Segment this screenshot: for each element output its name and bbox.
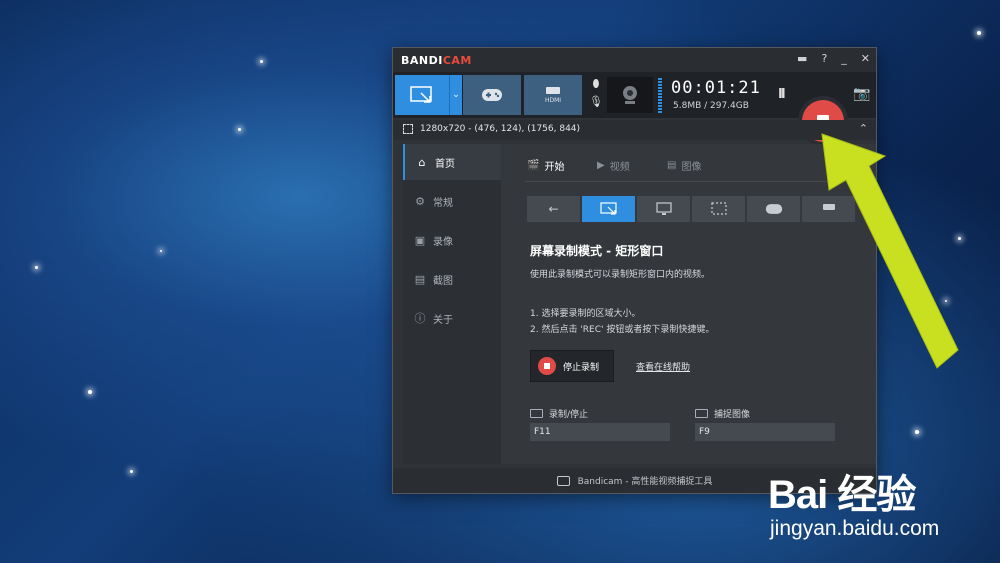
stop-icon <box>538 357 556 375</box>
star <box>958 237 961 240</box>
star <box>160 250 162 252</box>
sidebar-item-image[interactable]: ▤ 截图 <box>403 261 501 297</box>
hotkey-record-field[interactable]: F11 <box>530 423 670 441</box>
pause-button[interactable]: II <box>778 87 786 102</box>
back-arrow-button[interactable]: ← <box>527 196 580 222</box>
hdmi-icon <box>822 204 835 210</box>
video-icon: ▣ <box>414 233 426 247</box>
recording-timer: 00:01:21 <box>671 78 761 98</box>
game-mode-button[interactable] <box>463 75 521 115</box>
selection-icon <box>403 124 413 134</box>
hotkey-capture-field[interactable]: F9 <box>695 423 835 441</box>
sidebar-item-about[interactable]: ⓘ 关于 <box>403 300 501 336</box>
capture-area-bar[interactable]: 1280x720 - (476, 124), (1756, 844) ⌃ <box>393 120 876 140</box>
keyboard-icon <box>530 409 543 418</box>
watermark: Bai 经验 jingyan.baidu.com <box>768 462 998 542</box>
sidebar-item-home[interactable]: ⌂ 首页 <box>403 144 503 180</box>
divider <box>525 181 853 182</box>
mode-tabs: ← <box>527 196 855 222</box>
sidebar-item-video[interactable]: ▣ 录像 <box>403 222 501 258</box>
star <box>945 300 947 302</box>
game-mode-tab[interactable] <box>747 196 800 222</box>
chat-icon <box>556 475 570 486</box>
title-bar[interactable]: BANDICAM ▬ ? _ ✕ <box>393 48 876 72</box>
image-icon: ▤ <box>414 272 426 286</box>
video-icon: ▶ <box>597 160 605 171</box>
camera-icon[interactable]: 📷 <box>853 86 870 102</box>
rectangle-mode-button[interactable] <box>395 75 449 115</box>
tab-image[interactable]: ▤ 图像 <box>667 158 701 173</box>
around-mouse-mode-tab[interactable] <box>692 196 745 222</box>
star <box>260 60 263 63</box>
rectangle-select-icon <box>410 86 432 103</box>
star <box>88 390 92 394</box>
webcam-button[interactable] <box>607 77 653 113</box>
star <box>238 128 241 131</box>
keyboard-icon <box>695 409 708 418</box>
online-help-link[interactable]: 查看在线帮助 <box>636 360 690 373</box>
info-icon: ⓘ <box>414 312 426 325</box>
file-size: 5.8MB / 297.4GB <box>673 101 749 111</box>
app-logo: BANDICAM <box>401 54 472 67</box>
gamepad-icon <box>765 204 782 214</box>
star <box>130 470 133 473</box>
svg-text:HDMI: HDMI <box>545 97 561 104</box>
mode-description: 使用此录制模式可以录制矩形窗口内的视频。 <box>530 270 711 280</box>
watermark-brand: Bai 经验 <box>768 473 916 517</box>
main-content: 🎬 开始 ▶ 视频 ▤ 图像 ← 屏幕录制模式 - 矩形窗口 使用此录制模式可以… <box>501 144 876 464</box>
minimize-icon[interactable]: _ <box>841 52 847 65</box>
clapper-icon: 🎬 <box>527 160 540 171</box>
sidebar: ⌂ 首页 ⚙ 常规 ▣ 录像 ▤ 截图 ⓘ 关于 <box>403 144 503 464</box>
image-icon: ▤ <box>667 160 677 171</box>
capture-area-text: 1280x720 - (476, 124), (1756, 844) <box>420 124 581 134</box>
hotkey-record-label: 录制/停止 <box>530 407 588 420</box>
tab-start[interactable]: 🎬 开始 <box>527 158 564 173</box>
dotted-rect-icon <box>710 202 727 215</box>
mode-title: 屏幕录制模式 - 矩形窗口 <box>530 244 664 258</box>
bandicam-window: BANDICAM ▬ ? _ ✕ ⌄ HDMI ⬮ 🎙 00:01:21 5.8… <box>393 48 876 493</box>
rectangle-mode-tab[interactable] <box>582 196 635 222</box>
fullscreen-mode-tab[interactable] <box>637 196 690 222</box>
help-icon[interactable]: ? <box>821 52 827 65</box>
tab-video[interactable]: ▶ 视频 <box>597 158 630 173</box>
home-icon: ⌂ <box>418 155 426 169</box>
instruction-step-2: 2. 然后点击 'REC' 按钮或者按下录制快捷键。 <box>530 325 715 335</box>
arrow-left-icon: ← <box>548 202 559 216</box>
mode-dropdown-button[interactable]: ⌄ <box>449 75 462 115</box>
gamepad-icon <box>482 89 502 101</box>
gear-icon: ⚙ <box>415 194 425 208</box>
folder-icon[interactable]: ▬ <box>797 52 807 65</box>
main-toolbar: ⌄ HDMI ⬮ 🎙 00:01:21 5.8MB / 297.4GB II 📷 <box>393 72 876 146</box>
chevron-down-icon: ⌄ <box>452 90 460 100</box>
microphone-icon[interactable]: 🎙 <box>589 95 603 108</box>
hdmi-icon: HDMI <box>545 87 561 104</box>
hotkey-capture-label: 捕捉图像 <box>695 407 750 420</box>
stop-recording-button[interactable]: 停止录制 <box>530 350 614 382</box>
star <box>977 31 981 35</box>
hdmi-mode-tab[interactable] <box>802 196 855 222</box>
mouse-icon[interactable]: ⬮ <box>593 77 600 91</box>
instruction-step-1: 1. 选择要录制的区域大小。 <box>530 309 641 319</box>
watermark-url: jingyan.baidu.com <box>770 517 940 540</box>
star <box>915 430 919 434</box>
chevron-up-icon[interactable]: ⌃ <box>859 122 868 135</box>
webcam-icon <box>623 86 637 104</box>
rectangle-select-icon <box>599 202 617 215</box>
sidebar-item-general[interactable]: ⚙ 常规 <box>403 183 501 219</box>
monitor-icon <box>655 202 672 215</box>
close-icon[interactable]: ✕ <box>861 52 870 65</box>
star <box>35 266 38 269</box>
hdmi-mode-button[interactable]: HDMI <box>524 75 582 115</box>
audio-level-meter <box>658 78 662 114</box>
